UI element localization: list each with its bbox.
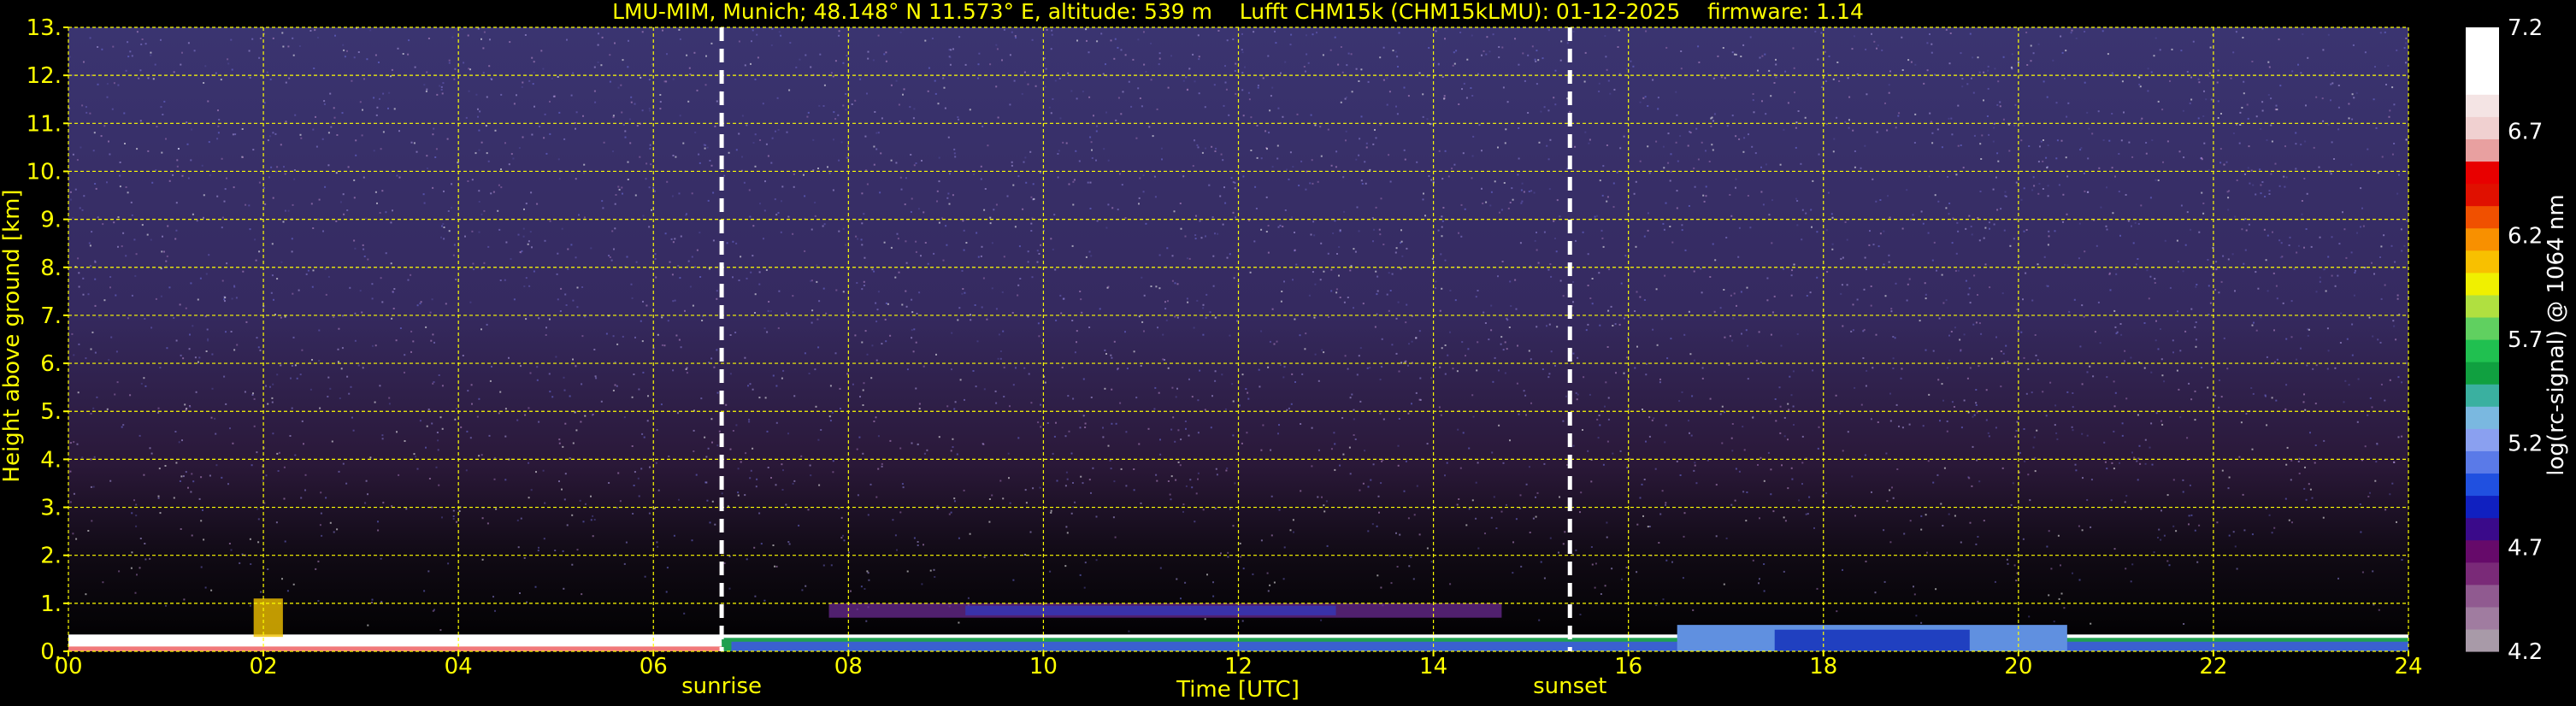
x-tick-label: 10 (1029, 654, 1058, 680)
colorbar-swatch (2466, 562, 2499, 585)
y-tick-label: 4. (40, 447, 62, 473)
x-tick-label: 08 (834, 654, 863, 680)
y-tick-label: 0. (40, 639, 62, 665)
x-tick-label: 02 (250, 654, 278, 680)
x-tick-label: 12 (1224, 654, 1253, 680)
colorbar-swatch (2466, 27, 2499, 50)
colorbar-swatch (2466, 384, 2499, 407)
colorbar-swatch (2466, 50, 2499, 73)
colorbar-swatch (2466, 428, 2499, 451)
colorbar-swatch (2466, 606, 2499, 630)
colorbar-tick-label: 6.2 (2508, 223, 2543, 249)
y-tick-label: 12. (27, 63, 62, 89)
colorbar-swatch (2466, 339, 2499, 362)
x-tick-label: 22 (2199, 654, 2227, 680)
evening-layer-core (1774, 629, 1970, 651)
x-tick-label: 24 (2394, 654, 2422, 680)
marker-label-sunrise: sunrise (681, 674, 762, 699)
colorbar-swatch (2466, 161, 2499, 185)
colorbar-tick-label: 6.7 (2508, 120, 2543, 145)
y-tick-label: 11. (27, 111, 62, 137)
plot-area: sunrise sunset (68, 26, 2410, 699)
y-tick-label: 13. (27, 15, 62, 41)
colorbar-swatch (2466, 450, 2499, 474)
x-tick-label: 18 (1809, 654, 1837, 680)
colorbar-swatch (2466, 250, 2499, 274)
x-tick-label: 16 (1614, 654, 1642, 680)
colorbar-swatch (2466, 362, 2499, 385)
colorbar-swatch (2466, 539, 2499, 563)
colorbar-swatch (2466, 72, 2499, 95)
colorbar-label: log(rc-signal) @ 1064 nm (2544, 194, 2569, 475)
x-tick-label: 04 (445, 654, 473, 680)
colorbar-swatch (2466, 584, 2499, 608)
y-tick-label: 7. (40, 303, 62, 329)
colorbar-swatch (2466, 138, 2499, 162)
colorbar-tick-label: 5.7 (2508, 327, 2543, 353)
y-tick-label: 5. (40, 399, 62, 425)
y-tick-label: 3. (40, 496, 62, 521)
colorbar-swatch (2466, 473, 2499, 497)
colorbar-swatch (2466, 183, 2499, 207)
aerosol-layer-core (965, 605, 1336, 615)
y-tick-label: 1. (40, 591, 62, 617)
colorbar-tick-label: 5.2 (2508, 432, 2543, 457)
colorbar-tick-label: 7.2 (2508, 15, 2543, 41)
y-tick-label: 2. (40, 544, 62, 569)
colorbar-swatch (2466, 227, 2499, 251)
colorbar-swatch (2466, 406, 2499, 429)
y-tick-label: 6. (40, 351, 62, 377)
colorbar-swatch (2466, 94, 2499, 117)
x-tick-label: 20 (2004, 654, 2032, 680)
colorbar-swatch (2466, 517, 2499, 541)
y-tick-label: 8. (40, 256, 62, 281)
x-axis-label: Time [UTC] (1176, 677, 1300, 703)
colorbar-swatch (2466, 294, 2499, 318)
y-tick-label: 9. (40, 208, 62, 233)
x-tick-label: 14 (1419, 654, 1447, 680)
colorbar-swatch (2466, 628, 2499, 652)
ceilometer-chart: sunrise sunset 00 02 04 06 08 10 12 14 16 18 20 22 24… (0, 0, 2576, 706)
colorbar-swatch (2466, 316, 2499, 340)
colorbar-swatch (2466, 495, 2499, 519)
y-tick-label: 10. (27, 159, 62, 185)
colorbar-swatch (2466, 272, 2499, 296)
chart-title: LMU-MIM, Munich; 48.148° N 11.573° E, al… (612, 0, 1864, 24)
colorbar-swatch (2466, 116, 2499, 139)
marker-label-sunset: sunset (1533, 674, 1606, 699)
colorbar-tick-label: 4.2 (2508, 639, 2543, 665)
cloud-patch (253, 598, 283, 638)
night-signal-red (68, 646, 722, 651)
colorbar-swatch (2466, 205, 2499, 229)
y-axis-label: Height above ground [km] (0, 189, 25, 482)
x-tick-label: 06 (640, 654, 668, 680)
colorbar-tick-label: 4.7 (2508, 535, 2543, 561)
